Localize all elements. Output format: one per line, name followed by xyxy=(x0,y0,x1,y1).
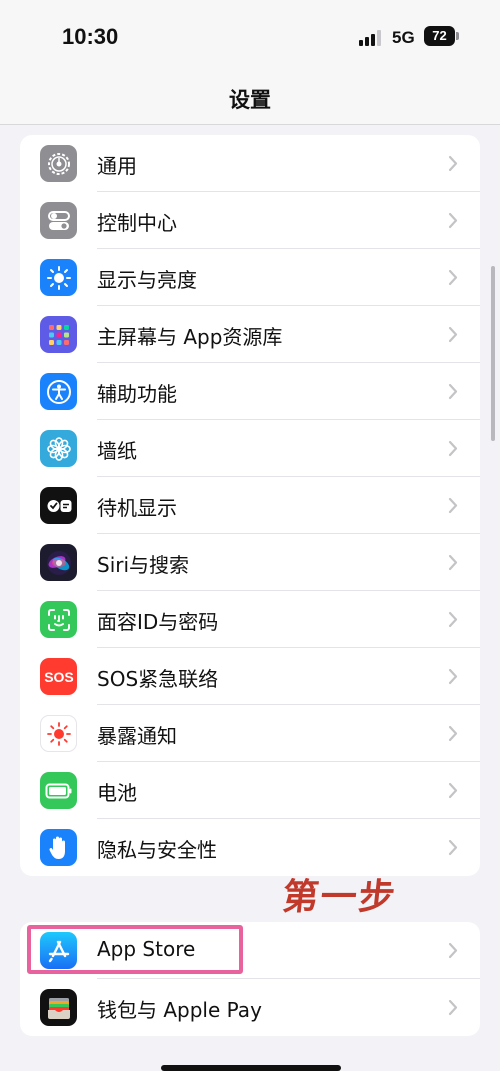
chevron-right-icon xyxy=(448,155,458,172)
app-grid-icon xyxy=(40,316,77,353)
settings-row-exposure-notifications[interactable]: 暴露通知 xyxy=(20,705,480,762)
chevron-right-icon xyxy=(448,497,458,514)
settings-row-home-screen[interactable]: 主屏幕与 App资源库 xyxy=(20,306,480,363)
settings-row-label: 辅助功能 xyxy=(97,382,177,406)
wallet-icon xyxy=(40,989,77,1026)
battery-level-icon: 72 xyxy=(424,26,455,46)
chevron-right-icon xyxy=(448,839,458,856)
exposure-icon xyxy=(40,715,77,752)
highlight-box xyxy=(27,925,243,974)
chevron-right-icon xyxy=(448,212,458,229)
toggle-switches-icon xyxy=(40,202,77,239)
settings-row-wallpaper[interactable]: 墙纸 xyxy=(20,420,480,477)
settings-row-accessibility[interactable]: 辅助功能 xyxy=(20,363,480,420)
chevron-right-icon xyxy=(448,611,458,628)
settings-row-label: 通用 xyxy=(97,154,137,178)
chevron-right-icon xyxy=(448,725,458,742)
settings-group-main: 通用 控制中心 显示与亮度 主屏幕与 App资源库 辅助功能 墙纸 待机显示 S… xyxy=(20,135,480,876)
svg-text:SOS: SOS xyxy=(44,669,74,685)
settings-row-label: 面容ID与密码 xyxy=(97,610,219,634)
sun-icon xyxy=(40,259,77,296)
step-annotation: 第一步 xyxy=(280,877,399,918)
gear-icon xyxy=(40,145,77,182)
chevron-right-icon xyxy=(448,440,458,457)
settings-row-label: 暴露通知 xyxy=(97,724,177,748)
chevron-right-icon xyxy=(448,999,458,1016)
settings-row-label: 钱包与 Apple Pay xyxy=(97,998,262,1022)
settings-row-wallet[interactable]: 钱包与 Apple Pay xyxy=(20,979,480,1036)
sos-icon: SOS xyxy=(40,658,77,695)
hand-icon xyxy=(40,829,77,866)
settings-row-label: Siri与搜索 xyxy=(97,553,190,577)
chevron-right-icon xyxy=(448,383,458,400)
siri-icon xyxy=(40,544,77,581)
settings-row-standby[interactable]: 待机显示 xyxy=(20,477,480,534)
home-indicator[interactable] xyxy=(161,1065,341,1071)
page-title: 设置 xyxy=(229,88,271,112)
chevron-right-icon xyxy=(448,554,458,571)
scroll-indicator[interactable] xyxy=(491,266,495,441)
settings-row-label: 显示与亮度 xyxy=(97,268,197,292)
settings-row-label: 电池 xyxy=(97,781,137,805)
settings-row-label: 墙纸 xyxy=(97,439,137,463)
settings-row-label: SOS紧急联络 xyxy=(97,667,219,691)
settings-row-emergency-sos[interactable]: SOS SOS紧急联络 xyxy=(20,648,480,705)
chevron-right-icon xyxy=(448,942,458,959)
flower-icon xyxy=(40,430,77,467)
face-id-icon xyxy=(40,601,77,638)
settings-row-label: 待机显示 xyxy=(97,496,177,520)
settings-row-privacy-security[interactable]: 隐私与安全性 xyxy=(20,819,480,876)
chevron-right-icon xyxy=(448,326,458,343)
settings-row-label: 控制中心 xyxy=(97,211,177,235)
settings-row-display-brightness[interactable]: 显示与亮度 xyxy=(20,249,480,306)
status-bar: 10:30 5G 72 xyxy=(0,0,500,72)
settings-row-control-center[interactable]: 控制中心 xyxy=(20,192,480,249)
status-time: 10:30 xyxy=(62,24,119,49)
accessibility-icon xyxy=(40,373,77,410)
battery-tip xyxy=(456,32,459,40)
settings-row-battery[interactable]: 电池 xyxy=(20,762,480,819)
settings-row-label: 隐私与安全性 xyxy=(97,838,217,862)
battery-icon xyxy=(40,772,77,809)
chevron-right-icon xyxy=(448,269,458,286)
settings-row-face-id[interactable]: 面容ID与密码 xyxy=(20,591,480,648)
navigation-bar: 设置 xyxy=(0,72,500,125)
settings-row-siri-search[interactable]: Siri与搜索 xyxy=(20,534,480,591)
cellular-signal-icon xyxy=(359,30,383,46)
network-type: 5G xyxy=(392,28,415,47)
chevron-right-icon xyxy=(448,668,458,685)
settings-row-label: 主屏幕与 App资源库 xyxy=(97,325,283,349)
chevron-right-icon xyxy=(448,782,458,799)
settings-row-general[interactable]: 通用 xyxy=(20,135,480,192)
standby-icon xyxy=(40,487,77,524)
